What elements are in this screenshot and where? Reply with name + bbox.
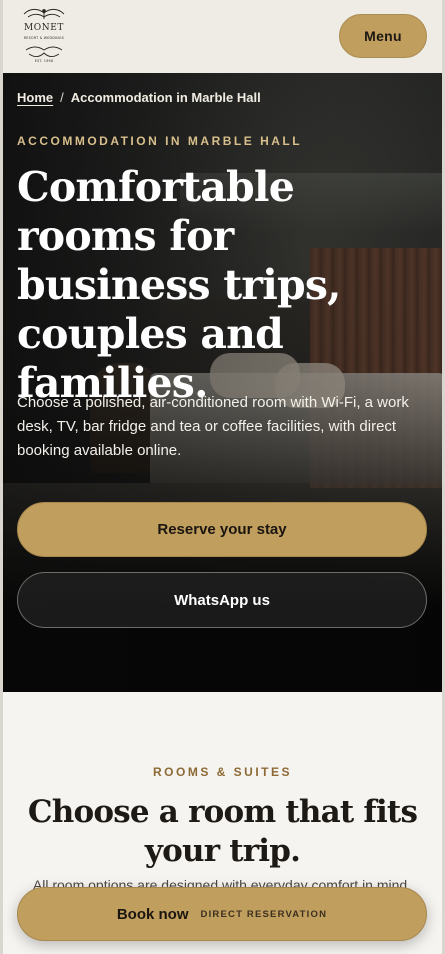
monet-logo[interactable]: MONET RESORT & WEDDINGS EST. 1998 <box>18 6 70 66</box>
rooms-eyebrow: ROOMS & SUITES <box>152 765 292 779</box>
logo-name: MONET <box>24 23 64 33</box>
book-now-button[interactable]: Book now DIRECT RESERVATION <box>17 887 427 941</box>
menu-button[interactable]: Menu <box>339 14 427 58</box>
rooms-title: Choose a room that fits your trip. <box>27 794 418 869</box>
reserve-stay-button[interactable]: Reserve your stay <box>17 502 427 557</box>
breadcrumb-separator: / <box>60 90 64 105</box>
site-header: MONET RESORT & WEDDINGS EST. 1998 Menu <box>0 0 445 73</box>
hero-title: Comfortable rooms for business trips, co… <box>17 163 341 407</box>
hero-section: Home / Accommodation in Marble Hall ACCO… <box>0 73 445 692</box>
book-now-sublabel: DIRECT RESERVATION <box>200 908 328 920</box>
whatsapp-button[interactable]: WhatsApp us <box>17 572 427 628</box>
hero-eyebrow: ACCOMMODATION IN MARBLE HALL <box>17 134 303 148</box>
logo-tagline: RESORT & WEDDINGS <box>24 36 64 40</box>
book-now-label: Book now <box>116 905 189 923</box>
hero-description: Choose a polished, air-conditioned room … <box>17 394 409 459</box>
frame-edge-left <box>0 0 3 954</box>
breadcrumb-home-link[interactable]: Home <box>17 90 53 105</box>
breadcrumb: Home / Accommodation in Marble Hall <box>17 90 261 105</box>
logo-established: EST. 1998 <box>35 59 53 63</box>
breadcrumb-current: Accommodation in Marble Hall <box>70 90 261 105</box>
